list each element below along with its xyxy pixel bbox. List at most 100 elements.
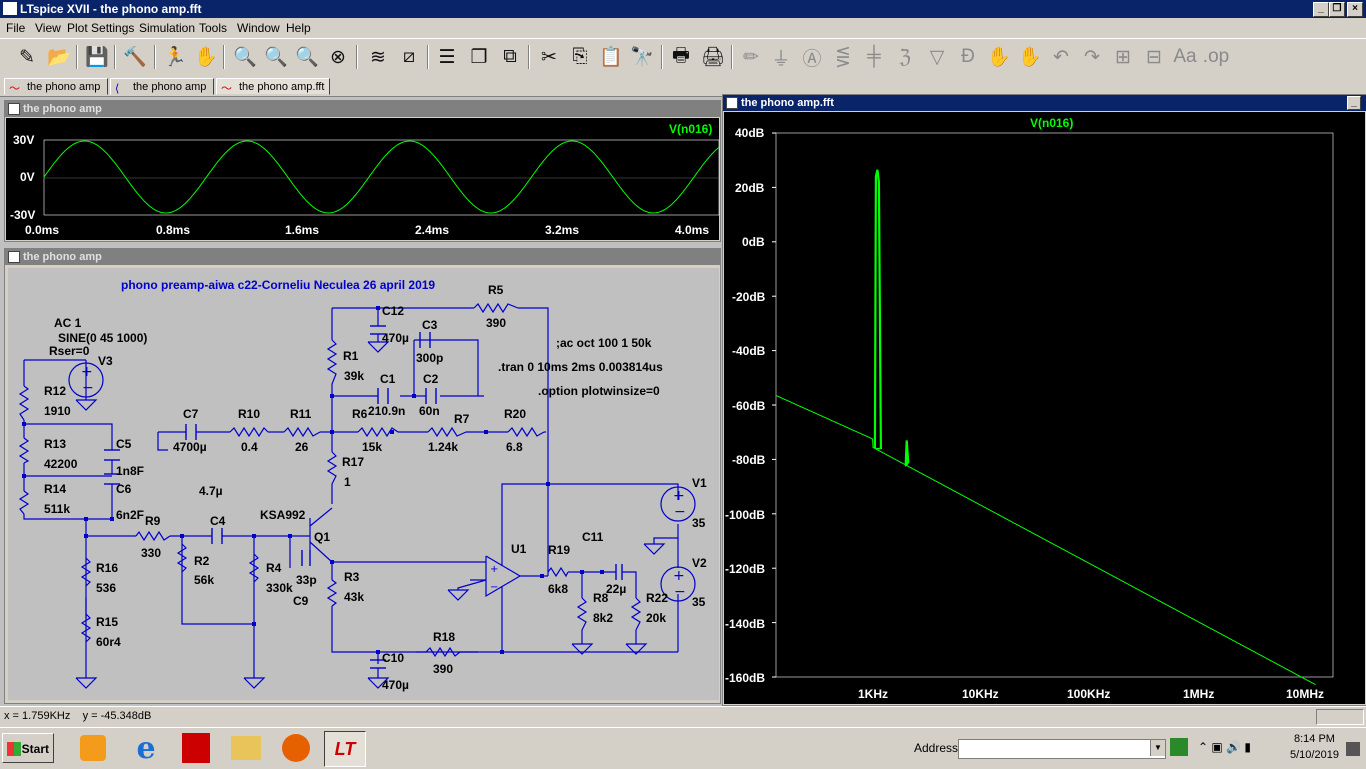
autorange-icon[interactable]: ≋: [365, 44, 391, 70]
r8-value[interactable]: 8k2: [593, 611, 613, 625]
run-icon[interactable]: 🏃: [162, 44, 188, 70]
ltspice-taskbar-icon[interactable]: LT: [324, 731, 366, 767]
r3-label[interactable]: R3: [344, 570, 359, 584]
r18-value[interactable]: 390: [433, 662, 453, 676]
c6-label[interactable]: C6: [116, 482, 131, 496]
q1-label[interactable]: Q1: [314, 530, 330, 544]
r22-value[interactable]: 20k: [646, 611, 666, 625]
r15-label[interactable]: R15: [96, 615, 118, 629]
r19-value[interactable]: 6k8: [548, 582, 568, 596]
q1-type[interactable]: KSA992: [260, 508, 305, 522]
r17-value[interactable]: 1: [344, 475, 351, 489]
zoom-in-icon[interactable]: 🔍: [232, 44, 258, 70]
zoom-fit-icon[interactable]: ⊗: [325, 44, 351, 70]
fft-minimize-button[interactable]: _: [1347, 96, 1361, 110]
internet-explorer-icon[interactable]: e: [126, 731, 166, 766]
r6-value[interactable]: 15k: [362, 440, 382, 454]
r4-label[interactable]: R4: [266, 561, 281, 575]
u1-label[interactable]: U1: [511, 542, 526, 556]
menu-tools[interactable]: Tools: [199, 21, 227, 35]
c5-value[interactable]: 1n8F: [116, 464, 144, 478]
c7-label[interactable]: C7: [183, 407, 198, 421]
r15-value[interactable]: 60r4: [96, 635, 121, 649]
r1-label[interactable]: R1: [343, 349, 358, 363]
clock-time[interactable]: 8:14 PM: [1294, 733, 1335, 745]
mirror-icon[interactable]: ⊟: [1141, 44, 1167, 70]
directive-ac[interactable]: ;ac oct 100 1 50k: [556, 336, 651, 350]
open-icon[interactable]: 📂: [46, 44, 72, 70]
c3-label[interactable]: C3: [422, 318, 437, 332]
c1-label[interactable]: C1: [380, 372, 395, 386]
v3-label[interactable]: V3: [98, 354, 113, 368]
menu-file[interactable]: File: [6, 21, 25, 35]
c4-label[interactable]: C4: [210, 514, 225, 528]
print-icon[interactable]: 🖶: [668, 44, 694, 70]
c11-value[interactable]: 22µ: [606, 582, 626, 596]
time-plot-area[interactable]: V(n016) 30V 0V -30V 0.0ms 0.8ms 1.6ms 2.…: [6, 118, 719, 240]
menu-simulation[interactable]: Simulation: [139, 21, 195, 35]
tab-schematic-2[interactable]: ⟨ the phono amp: [110, 78, 214, 95]
inductor-icon[interactable]: ℨ: [892, 44, 918, 70]
control-panel-icon[interactable]: 🔨: [122, 44, 148, 70]
r19-label[interactable]: R19: [548, 543, 570, 557]
restore-button[interactable]: ❐: [1329, 2, 1345, 17]
text-icon[interactable]: Aa: [1172, 44, 1198, 70]
r9-value[interactable]: 330: [141, 546, 161, 560]
r5-label[interactable]: R5: [488, 283, 503, 297]
address-input[interactable]: ▼: [958, 739, 1166, 759]
undo-icon[interactable]: ↶: [1048, 44, 1074, 70]
pdf-reader-icon[interactable]: [176, 731, 216, 765]
clock-date[interactable]: 5/10/2019: [1290, 749, 1339, 761]
c1-value[interactable]: 210.9n: [368, 404, 405, 418]
v2-value[interactable]: 35: [692, 595, 705, 609]
label-net-icon[interactable]: Ⓐ: [799, 44, 825, 70]
r6-label[interactable]: R6: [352, 407, 367, 421]
tile-vertical-icon[interactable]: ⧉: [497, 44, 523, 70]
r3-value[interactable]: 43k: [344, 590, 364, 604]
schematic-canvas[interactable]: + − + − + − + − phono preamp-aiwa c22-Co…: [8, 268, 719, 700]
r7-value[interactable]: 1.24k: [428, 440, 458, 454]
menu-window[interactable]: Window: [237, 21, 280, 35]
r2-label[interactable]: R2: [194, 554, 209, 568]
c2-value[interactable]: 60n: [419, 404, 440, 418]
r17-label[interactable]: R17: [342, 455, 364, 469]
save-icon[interactable]: 💾: [84, 44, 110, 70]
c12-label[interactable]: C12: [382, 304, 404, 318]
find-icon[interactable]: 🔭: [629, 44, 655, 70]
c10-value[interactable]: 470µ: [382, 678, 409, 692]
c2-label[interactable]: C2: [423, 372, 438, 386]
new-schematic-icon[interactable]: ✎: [14, 44, 40, 70]
r12-label[interactable]: R12: [44, 384, 66, 398]
tray-icons[interactable]: ⌃ ▣ 🔊 ▮: [1198, 740, 1251, 754]
redo-icon[interactable]: ↷: [1079, 44, 1105, 70]
r10-label[interactable]: R10: [238, 407, 260, 421]
drag-icon[interactable]: ✋: [1017, 44, 1043, 70]
time-trace-label[interactable]: V(n016): [669, 122, 712, 136]
r9-label[interactable]: R9: [145, 514, 160, 528]
rotate-icon[interactable]: ⊞: [1110, 44, 1136, 70]
v3-sine[interactable]: SINE(0 45 1000): [58, 331, 147, 345]
paste-icon[interactable]: 📋: [598, 44, 624, 70]
schematic-title[interactable]: phono preamp-aiwa c22-Corneliu Neculea 2…: [121, 278, 435, 292]
r14-value[interactable]: 511k: [44, 502, 70, 516]
c10-label[interactable]: C10: [382, 651, 404, 665]
v1-label[interactable]: V1: [692, 476, 707, 490]
r12-value[interactable]: 1910: [44, 404, 71, 418]
tab-schematic-1[interactable]: 〜 the phono amp: [4, 78, 108, 95]
tile-horizontal-icon[interactable]: ☰: [434, 44, 460, 70]
resistor-icon[interactable]: ⋚: [830, 44, 856, 70]
menu-plot-settings[interactable]: Plot Settings: [67, 21, 134, 35]
minimize-button[interactable]: _: [1313, 2, 1329, 17]
tab-fft[interactable]: 〜 the phono amp.fft: [216, 78, 330, 95]
r11-label[interactable]: R11: [290, 407, 311, 421]
v3-ac[interactable]: AC 1: [54, 316, 81, 330]
r4-value[interactable]: 330k: [266, 581, 293, 595]
v2-label[interactable]: V2: [692, 556, 707, 570]
r18-label[interactable]: R18: [433, 630, 455, 644]
fft-trace-label[interactable]: V(n016): [1030, 116, 1073, 130]
copy-icon[interactable]: ⎘: [567, 44, 593, 70]
close-button[interactable]: ×: [1347, 2, 1363, 17]
zoom-out-icon[interactable]: 🔍: [294, 44, 320, 70]
start-button[interactable]: Start: [2, 733, 54, 763]
cut-icon[interactable]: ✂: [536, 44, 562, 70]
